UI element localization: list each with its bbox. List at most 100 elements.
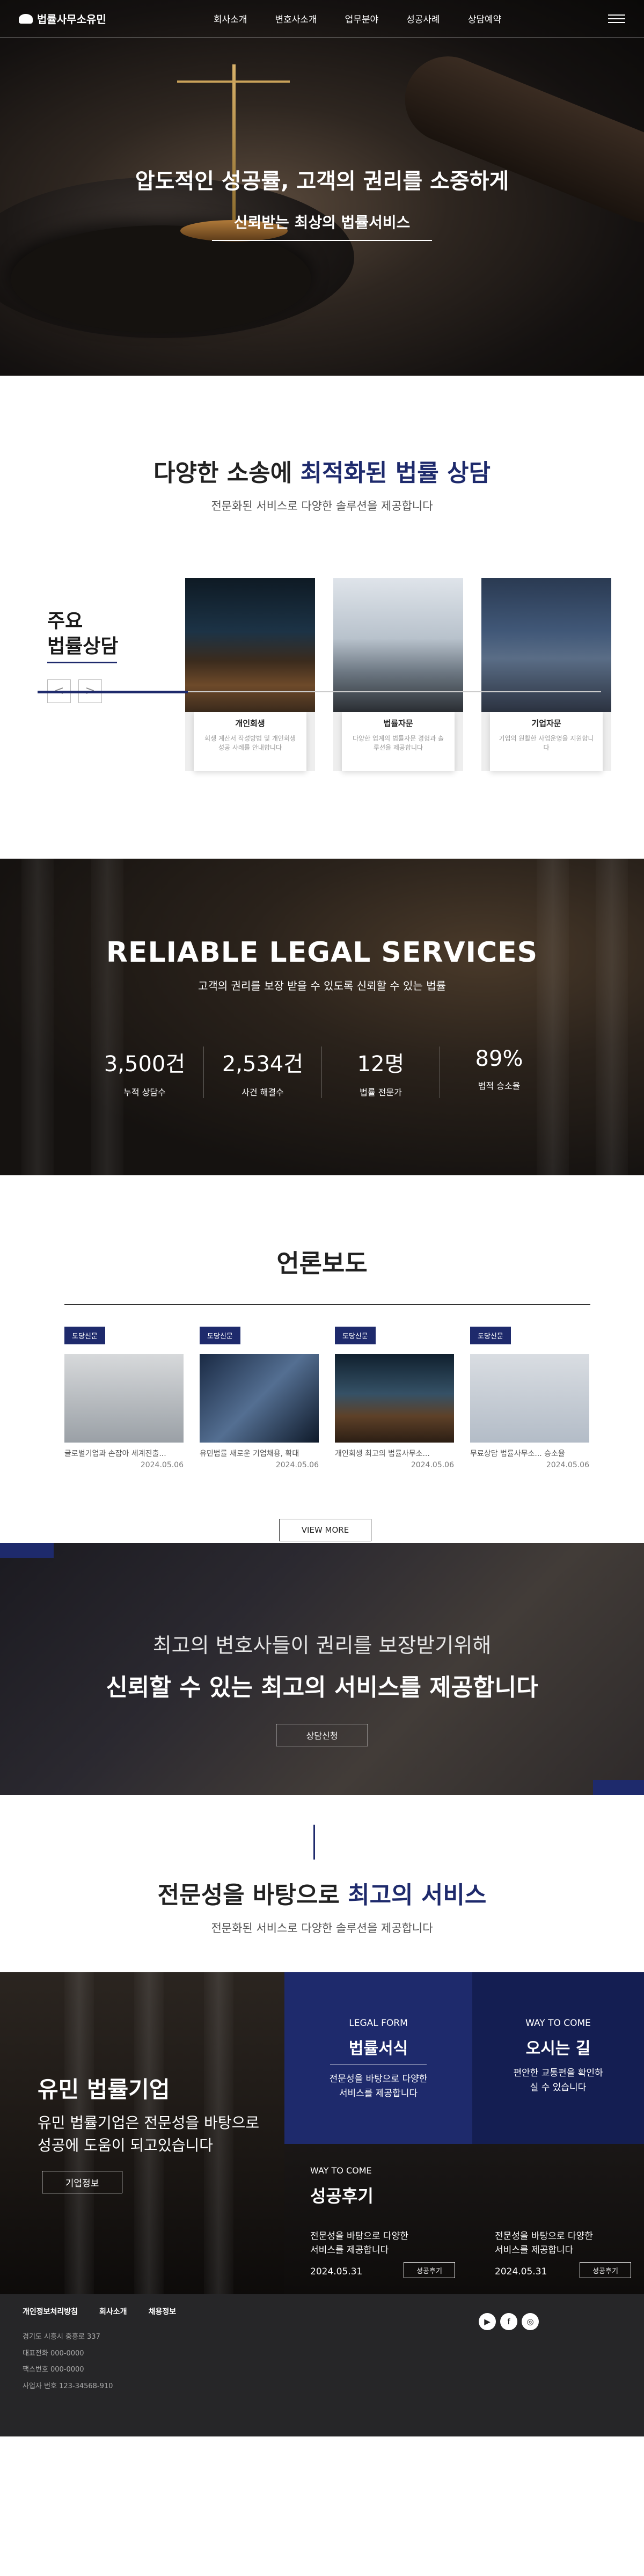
stat-number: 2,534건 xyxy=(222,1052,304,1077)
card-title: 법률자문 xyxy=(383,719,413,728)
hero-title: 압도적인 성공률, 고객의 권리를 소중하게 xyxy=(135,169,509,194)
press-tag: 도당신문 xyxy=(200,1327,240,1344)
card-legal-advice[interactable]: 법률자문다양한 업계의 법률자문 경험과 솔루션을 제공합니다 xyxy=(333,578,463,771)
panel-title: 법률서식 xyxy=(348,2039,408,2058)
hamburger-menu-icon[interactable] xyxy=(608,14,625,23)
cta-banner: 최고의 변호사들이 권리를 보장받기위해 신뢰할 수 있는 최고의 서비스를 제… xyxy=(0,1543,644,1795)
press-date: 2024.05.06 xyxy=(546,1461,589,1469)
review-text: 전문성을 바탕으로 다양한서비스를 제공합니다 xyxy=(310,2230,408,2257)
review-line1: 전문성을 바탕으로 다양한 xyxy=(310,2231,408,2242)
banner-accent xyxy=(0,1543,54,1558)
review-button[interactable]: 성공후기 xyxy=(404,2262,455,2278)
corporate-info-button[interactable]: 기업정보 xyxy=(42,2171,122,2193)
corporate-desc: 유민 법률기업은 전문성을 바탕으로 성공에 도움이 되고있습니다 xyxy=(38,2112,259,2157)
stat-label: 법률 전문가 xyxy=(360,1087,402,1097)
menu-item-booking[interactable]: 상담예약 xyxy=(468,12,502,25)
footer: 개인정보처리방침 회사소개 채용정보 경기도 시흥시 중흥로 337 대표전화 … xyxy=(0,2294,644,2436)
consultation-section: 다양한 소송에 최적화된 법률 상담 전문화된 서비스로 다양한 솔루션을 제공… xyxy=(0,376,644,859)
card-title: 기업자문 xyxy=(531,719,561,728)
card-desc: 기업의 원활한 사업운영을 지원합니다 xyxy=(499,735,594,752)
press-item[interactable]: 도당신문 글로벌기업과 손잡아 세계진출... 2024.05.06 xyxy=(64,1327,184,1469)
panel-title: 성공후기 xyxy=(310,2186,374,2206)
press-image xyxy=(470,1354,589,1443)
press-headline: 유민법률 새로운 기업채용, 확대 xyxy=(200,1450,299,1458)
press-tag: 도당신문 xyxy=(335,1327,376,1344)
menu-item-cases[interactable]: 성공사례 xyxy=(406,12,440,25)
press-tag: 도당신문 xyxy=(470,1327,511,1344)
menu-item-lawyers[interactable]: 변호사소개 xyxy=(275,12,317,25)
corporate-title: 유민 법률기업 xyxy=(38,2076,170,2103)
side-title-line1: 주요 xyxy=(47,610,83,632)
scale-beam xyxy=(177,80,290,83)
main-menu: 회사소개 변호사소개 업무분야 성공사례 상담예약 xyxy=(214,12,501,25)
footer-link-careers[interactable]: 채용정보 xyxy=(149,2306,177,2317)
review-line2: 서비스를 제공합니다 xyxy=(310,2244,389,2256)
social-links: ▶ f ◎ xyxy=(479,2313,539,2330)
title-part: 전문성을 바탕으로 xyxy=(157,1882,348,1909)
consultation-subtitle: 전문화된 서비스로 다양한 솔루션을 제공합니다 xyxy=(211,500,433,513)
gavel-stand-shadow xyxy=(11,225,311,333)
card-personal-rehab[interactable]: 개인회생 회생 계산서 작성방법 및 개인회생 성공 사례를 안내합니다 xyxy=(185,578,315,771)
consultation-cards: 개인회생 회생 계산서 작성방법 및 개인회생 성공 사례를 안내합니다 법률자문… xyxy=(185,578,611,771)
service-title: 전문성을 바탕으로 최고의 서비스 xyxy=(0,1876,644,1910)
corporate-desc-line1: 유민 법률기업은 전문성을 바탕으로 xyxy=(38,2114,260,2132)
press-date: 2024.05.06 xyxy=(275,1461,319,1469)
menu-item-about[interactable]: 회사소개 xyxy=(214,12,247,25)
footer-tel: 대표전화 000-0000 xyxy=(23,2349,84,2358)
page-bottom-space xyxy=(0,2436,644,2532)
footer-address: 경기도 시흥시 중흥로 337 xyxy=(23,2333,100,2341)
success-review-panel: WAY TO COME 성공후기 전문성을 바탕으로 다양한서비스를 제공합니다… xyxy=(284,2144,644,2294)
review-date: 2024.05.31 xyxy=(495,2266,547,2277)
logo-icon xyxy=(19,13,33,24)
press-headline: 개인회생 최고의 법률사무소... xyxy=(335,1450,430,1458)
pillar-decor xyxy=(21,859,54,1175)
review-line2: 서비스를 제공합니다 xyxy=(495,2244,574,2256)
footer-link-privacy[interactable]: 개인정보처리방침 xyxy=(23,2306,78,2317)
press-image xyxy=(200,1354,319,1443)
site-logo[interactable]: 법률사무소유민 xyxy=(19,11,106,26)
card-caption: 개인회생 회생 계산서 작성방법 및 개인회생 성공 사례를 안내합니다 xyxy=(194,712,306,771)
consultation-heading: 다양한 소송에 최적화된 법률 상담 전문화된 서비스로 다양한 솔루션을 제공… xyxy=(0,376,644,514)
panel-eyebrow: WAY TO COME xyxy=(310,2165,372,2176)
banner-line2: 신뢰할 수 있는 최고의 서비스를 제공합니다 xyxy=(106,1674,538,1701)
instagram-icon[interactable]: ◎ xyxy=(522,2313,539,2330)
card-desc: 회생 계산서 작성방법 및 개인회생 성공 사례를 안내합니다 xyxy=(204,735,296,752)
side-title-line2: 법률상담 xyxy=(47,635,119,657)
panel-desc-line2: 실 수 있습니다 xyxy=(530,2082,587,2094)
press-item[interactable]: 도당신문유민법률 새로운 기업채용, 확대 2024.05.06 xyxy=(200,1327,319,1469)
panel-desc-line1: 편안한 교통편을 확인하 xyxy=(513,2068,603,2079)
slider-progress-indicator xyxy=(38,691,188,693)
directions-panel[interactable]: WAY TO COME 오시는 길 편안한 교통편을 확인하 실 수 있습니다 xyxy=(472,1972,644,2144)
consultation-title: 다양한 소송에 최적화된 법률 상담 xyxy=(0,453,644,488)
panel-desc-line2: 서비스를 제공합니다 xyxy=(339,2088,418,2099)
review-date: 2024.05.31 xyxy=(310,2266,363,2277)
consultation-side: 주요법률상담 < > xyxy=(47,609,118,703)
service-subtitle: 전문화된 서비스로 다양한 솔루션을 제공합니다 xyxy=(211,1922,433,1935)
review-text: 전문성을 바탕으로 다양한 서비스를 제공합니다 xyxy=(495,2230,593,2257)
review-button[interactable]: 성공후기 xyxy=(580,2262,631,2278)
card-caption: 기업자문기업의 원활한 사업운영을 지원합니다 xyxy=(490,712,603,771)
view-more-button[interactable]: VIEW MORE xyxy=(279,1519,371,1541)
card-corporate-advice[interactable]: 기업자문기업의 원활한 사업운영을 지원합니다 xyxy=(481,578,611,771)
footer-link-about[interactable]: 회사소개 xyxy=(99,2306,127,2317)
consult-request-button[interactable]: 상담신청 xyxy=(276,1724,368,1746)
stat-number: 12명 xyxy=(357,1052,405,1077)
panel-desc: 편안한 교통편을 확인하실 수 있습니다 xyxy=(472,2066,644,2095)
menu-item-practice[interactable]: 업무분야 xyxy=(345,12,379,25)
facebook-icon[interactable]: f xyxy=(500,2313,517,2330)
stat-resolved: 2,534건 사건 해결수 xyxy=(204,1046,322,1098)
panel-title: 오시는 길 xyxy=(525,2039,591,2058)
hero-text: 압도적인 성공률, 고객의 권리를 소중하게 신뢰받는 최상의 법률서비스 xyxy=(0,164,644,241)
youtube-icon[interactable]: ▶ xyxy=(479,2313,496,2330)
press-item[interactable]: 도당신문 개인회생 최고의 법률사무소... 2024.05.06 xyxy=(335,1327,454,1469)
panel-desc: 전문성을 바탕으로 다양한 서비스를 제공합니다 xyxy=(284,2072,472,2101)
pillar-decor xyxy=(537,859,569,1175)
stat-experts: 12명법률 전문가 xyxy=(322,1046,440,1098)
press-tag: 도당신문 xyxy=(64,1327,105,1344)
press-title: 언론보도 xyxy=(276,1249,368,1278)
press-item[interactable]: 도당신문 무료상담 법률사무소... 승소율 2024.05.06 xyxy=(470,1327,589,1469)
footer-links: 개인정보처리방침 회사소개 채용정보 xyxy=(23,2306,176,2317)
legal-form-panel[interactable]: LEGAL FORM 법률서식 전문성을 바탕으로 다양한 서비스를 제공합니다 xyxy=(284,1972,472,2144)
card-desc: 다양한 업계의 법률자문 경험과 솔루션을 제공합니다 xyxy=(353,735,444,752)
service-heading: 전문성을 바탕으로 최고의 서비스 전문화된 서비스로 다양한 솔루션을 제공합… xyxy=(0,1795,644,1936)
